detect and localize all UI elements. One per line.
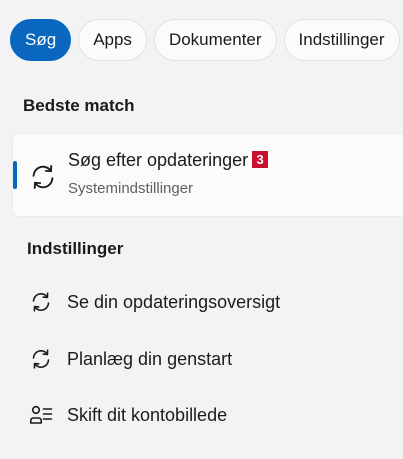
account-picture-icon: [30, 405, 53, 424]
best-match-title-text: Søg efter opdateringer: [68, 150, 249, 170]
settings-item-label: Se din opdateringsoversigt: [67, 291, 281, 312]
number-badge: 3: [252, 151, 269, 168]
tab-settings[interactable]: Indstillinger: [283, 19, 400, 61]
search-filter-tabs: Søg Apps Dokumenter Indstillinger: [10, 19, 400, 61]
tab-search[interactable]: Søg: [10, 19, 72, 61]
settings-item-label: Skift dit kontobillede: [67, 404, 228, 425]
best-match-subtitle: Systemindstillinger: [68, 180, 194, 197]
best-match-title: Søg efter opdateringer 3: [68, 150, 269, 171]
tab-apps[interactable]: Apps: [78, 19, 147, 61]
settings-item-update-history[interactable]: Se din opdateringsoversigt: [13, 282, 403, 322]
best-match-result[interactable]: Søg efter opdateringer 3 Systemindstillin…: [13, 134, 403, 216]
settings-heading: Indstillinger: [27, 239, 124, 258]
tab-documents[interactable]: Dokumenter: [153, 19, 277, 61]
selection-indicator: [13, 161, 17, 189]
settings-item-schedule-restart[interactable]: Planlæg din genstart: [13, 339, 403, 379]
best-match-heading: Bedste match: [23, 96, 135, 115]
settings-item-account-picture[interactable]: Skift dit kontobillede: [13, 395, 403, 435]
refresh-icon: [32, 165, 54, 189]
refresh-icon: [32, 292, 50, 312]
settings-item-label: Planlæg din genstart: [67, 348, 233, 369]
refresh-icon: [32, 349, 50, 369]
